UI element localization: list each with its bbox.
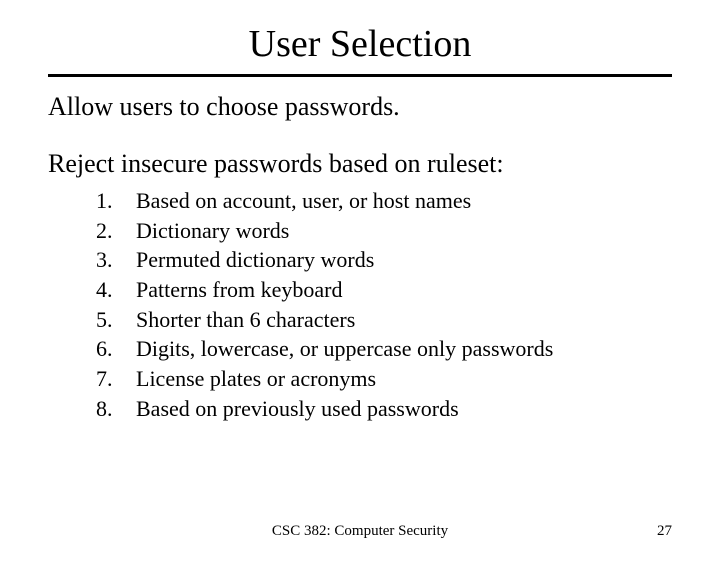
list-item: 1. Based on account, user, or host names [96, 186, 672, 216]
list-item: 5. Shorter than 6 characters [96, 305, 672, 335]
list-text: Dictionary words [136, 216, 289, 246]
intro-paragraph-2: Reject insecure passwords based on rules… [48, 148, 672, 181]
rules-list: 1. Based on account, user, or host names… [96, 186, 672, 424]
list-text: Digits, lowercase, or uppercase only pas… [136, 334, 553, 364]
list-number: 4. [96, 275, 136, 305]
list-number: 5. [96, 305, 136, 335]
slide-footer: CSC 382: Computer Security 27 [0, 523, 720, 540]
list-number: 8. [96, 394, 136, 424]
list-number: 7. [96, 364, 136, 394]
list-item: 7. License plates or acronyms [96, 364, 672, 394]
list-number: 1. [96, 186, 136, 216]
list-number: 6. [96, 334, 136, 364]
footer-course: CSC 382: Computer Security [0, 523, 720, 540]
list-item: 4. Patterns from keyboard [96, 275, 672, 305]
list-text: Based on account, user, or host names [136, 186, 471, 216]
list-number: 2. [96, 216, 136, 246]
list-item: 3. Permuted dictionary words [96, 245, 672, 275]
list-text: Permuted dictionary words [136, 245, 374, 275]
slide-title: User Selection [0, 22, 720, 66]
slide-body: Allow users to choose passwords. Reject … [48, 91, 672, 424]
list-item: 8. Based on previously used passwords [96, 394, 672, 424]
list-number: 3. [96, 245, 136, 275]
list-item: 2. Dictionary words [96, 216, 672, 246]
list-text: License plates or acronyms [136, 364, 376, 394]
list-text: Shorter than 6 characters [136, 305, 355, 335]
title-underline [48, 74, 672, 77]
slide: User Selection Allow users to choose pas… [0, 22, 720, 562]
intro-paragraph-1: Allow users to choose passwords. [48, 91, 672, 124]
list-text: Based on previously used passwords [136, 394, 459, 424]
footer-page-number: 27 [657, 523, 672, 540]
list-item: 6. Digits, lowercase, or uppercase only … [96, 334, 672, 364]
list-text: Patterns from keyboard [136, 275, 343, 305]
